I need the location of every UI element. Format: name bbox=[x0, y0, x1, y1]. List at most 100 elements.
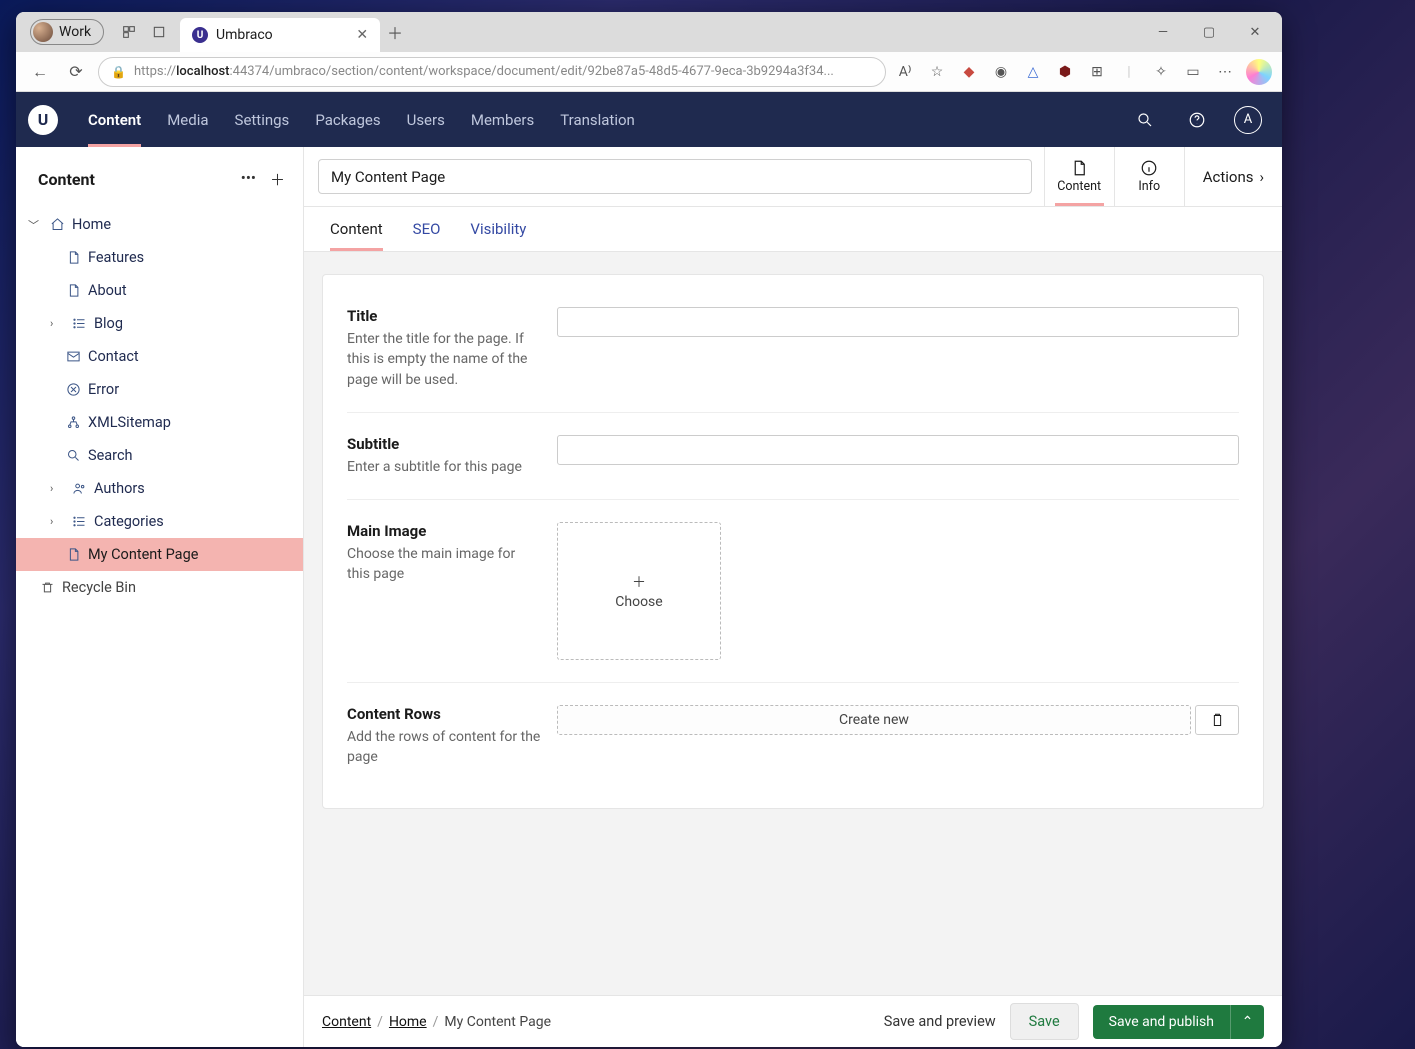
window-maximize-button[interactable]: ▢ bbox=[1186, 12, 1232, 52]
global-search-icon[interactable] bbox=[1130, 105, 1160, 135]
x-icon bbox=[64, 382, 82, 397]
property-label: Main Image bbox=[347, 522, 541, 540]
chevron-right-icon[interactable]: › bbox=[50, 482, 64, 495]
doc-icon bbox=[64, 547, 82, 562]
tree-label: Home bbox=[72, 216, 111, 233]
tree-node[interactable]: My Content Page bbox=[16, 538, 303, 571]
chevron-right-icon: › bbox=[1259, 168, 1264, 186]
tree-label: My Content Page bbox=[88, 546, 198, 563]
sidebar-header: Content ••• ＋ bbox=[16, 159, 303, 208]
tree-node[interactable]: › Authors bbox=[16, 472, 303, 505]
property-description: Enter the title for the page. If this is… bbox=[347, 329, 541, 390]
topnav-item-media[interactable]: Media bbox=[167, 92, 208, 147]
tree-node[interactable]: Error bbox=[16, 373, 303, 406]
topnav-item-packages[interactable]: Packages bbox=[315, 92, 380, 147]
user-avatar[interactable]: A bbox=[1234, 106, 1262, 134]
tree-node[interactable]: › Categories bbox=[16, 505, 303, 538]
ext-icon-1[interactable]: ◆ bbox=[958, 64, 980, 80]
save-preview-button[interactable]: Save and preview bbox=[884, 1013, 996, 1030]
property-content-rows: Content RowsAdd the rows of content for … bbox=[347, 682, 1239, 790]
tree-node[interactable]: Search bbox=[16, 439, 303, 472]
nav-refresh-button[interactable]: ⟳ bbox=[62, 62, 90, 81]
doc-tab-seo[interactable]: SEO bbox=[413, 207, 441, 251]
ext-icon-3[interactable]: △ bbox=[1022, 64, 1044, 80]
clipboard-button[interactable] bbox=[1195, 705, 1239, 735]
workspace-app-info[interactable]: Info bbox=[1114, 147, 1184, 206]
image-picker[interactable]: ＋Choose bbox=[557, 522, 721, 660]
browser-profile-badge[interactable]: Work bbox=[30, 19, 104, 45]
topnav-item-translation[interactable]: Translation bbox=[560, 92, 635, 147]
workspaces-icon[interactable] bbox=[114, 17, 144, 47]
doc-tab-content[interactable]: Content bbox=[330, 207, 383, 251]
topnav-item-settings[interactable]: Settings bbox=[235, 92, 290, 147]
tree-node-home[interactable]: ﹀ Home bbox=[16, 208, 303, 241]
tree-label: Error bbox=[88, 381, 119, 398]
text-input[interactable] bbox=[557, 435, 1239, 465]
tree-recycle-bin[interactable]: Recycle Bin bbox=[16, 571, 303, 604]
publish-dropdown-icon[interactable]: ⌃ bbox=[1230, 1005, 1264, 1039]
favorites-bar-icon[interactable]: ✧ bbox=[1150, 64, 1172, 80]
search-icon bbox=[64, 448, 82, 463]
chevron-right-icon[interactable]: › bbox=[50, 515, 64, 528]
umbraco-logo[interactable]: U bbox=[28, 105, 58, 135]
list-icon bbox=[70, 514, 88, 529]
umbraco-app: U Content Media Settings Packages Users Membe… bbox=[16, 92, 1282, 1047]
document-name-input[interactable]: My Content Page bbox=[318, 159, 1032, 194]
tree-label: XMLSitemap bbox=[88, 414, 171, 431]
sidebar-more-icon[interactable]: ••• bbox=[241, 169, 256, 190]
topnav-item-members[interactable]: Members bbox=[471, 92, 534, 147]
workspace-app-content[interactable]: Content bbox=[1044, 147, 1114, 206]
properties-card: TitleEnter the title for the page. If th… bbox=[322, 274, 1264, 809]
breadcrumb-current: My Content Page bbox=[444, 1014, 551, 1030]
tree-node[interactable]: About bbox=[16, 274, 303, 307]
new-tab-button[interactable]: ＋ bbox=[380, 20, 410, 44]
browser-titlebar: Work U Umbraco ✕ ＋ — ▢ ✕ bbox=[16, 12, 1282, 52]
breadcrumb-link[interactable]: Content bbox=[322, 1014, 371, 1030]
workspace-header: My Content Page ContentInfo Actions › bbox=[304, 147, 1282, 207]
editor-scroll[interactable]: TitleEnter the title for the page. If th… bbox=[304, 252, 1282, 995]
tree-node[interactable]: Features bbox=[16, 241, 303, 274]
help-icon[interactable] bbox=[1182, 105, 1212, 135]
tree-label: Authors bbox=[94, 480, 145, 497]
topnav-item-content[interactable]: Content bbox=[88, 92, 141, 147]
topnav-item-users[interactable]: Users bbox=[407, 92, 445, 147]
actions-menu-button[interactable]: Actions › bbox=[1184, 147, 1282, 206]
collections-icon[interactable]: ▭ bbox=[1182, 64, 1204, 80]
text-input[interactable] bbox=[557, 307, 1239, 337]
read-aloud-icon[interactable]: A⁾ bbox=[894, 64, 916, 80]
create-new-button[interactable]: Create new bbox=[557, 705, 1191, 735]
favorite-icon[interactable]: ☆ bbox=[926, 64, 948, 80]
save-button[interactable]: Save bbox=[1010, 1003, 1079, 1040]
tree-node[interactable]: XMLSitemap bbox=[16, 406, 303, 439]
tree-node[interactable]: ›Blog bbox=[16, 307, 303, 340]
ext-icon-4[interactable]: ⬢ bbox=[1054, 64, 1076, 80]
breadcrumb-link[interactable]: Home bbox=[389, 1014, 427, 1030]
doc-icon bbox=[64, 283, 82, 298]
chevron-right-icon[interactable]: › bbox=[50, 317, 64, 330]
tree-label: Categories bbox=[94, 513, 164, 530]
profile-avatar bbox=[33, 22, 53, 42]
save-publish-button[interactable]: Save and publish ⌃ bbox=[1093, 1005, 1264, 1039]
nav-back-button[interactable]: ← bbox=[26, 62, 54, 82]
sidebar-add-icon[interactable]: ＋ bbox=[270, 169, 285, 190]
sidebar-title: Content bbox=[38, 170, 95, 189]
workspace-footer: Content/Home/My Content Page Save and pr… bbox=[304, 995, 1282, 1047]
tab-overview-icon[interactable] bbox=[144, 17, 174, 47]
property-label: Content Rows bbox=[347, 705, 541, 723]
window-close-button[interactable]: ✕ bbox=[1232, 12, 1278, 52]
tab-close-icon[interactable]: ✕ bbox=[356, 27, 368, 43]
ext-icon-2[interactable]: ◉ bbox=[990, 64, 1012, 80]
window-minimize-button[interactable]: — bbox=[1140, 12, 1186, 52]
doc-tab-visibility[interactable]: Visibility bbox=[470, 207, 526, 251]
more-menu-icon[interactable]: ⋯ bbox=[1214, 64, 1236, 80]
chevron-down-icon[interactable]: ﹀ bbox=[28, 217, 42, 233]
extensions-icon[interactable]: ⊞ bbox=[1086, 64, 1108, 80]
copilot-icon[interactable] bbox=[1246, 59, 1272, 85]
sitemap-icon bbox=[64, 415, 82, 430]
tree-label: About bbox=[88, 282, 127, 299]
browser-tab[interactable]: U Umbraco ✕ bbox=[180, 18, 380, 52]
lock-icon: 🔒 bbox=[111, 65, 126, 79]
tree-node[interactable]: Contact bbox=[16, 340, 303, 373]
profile-label: Work bbox=[59, 24, 91, 40]
url-field[interactable]: 🔒 https://localhost:44374/umbraco/sectio… bbox=[98, 57, 886, 87]
